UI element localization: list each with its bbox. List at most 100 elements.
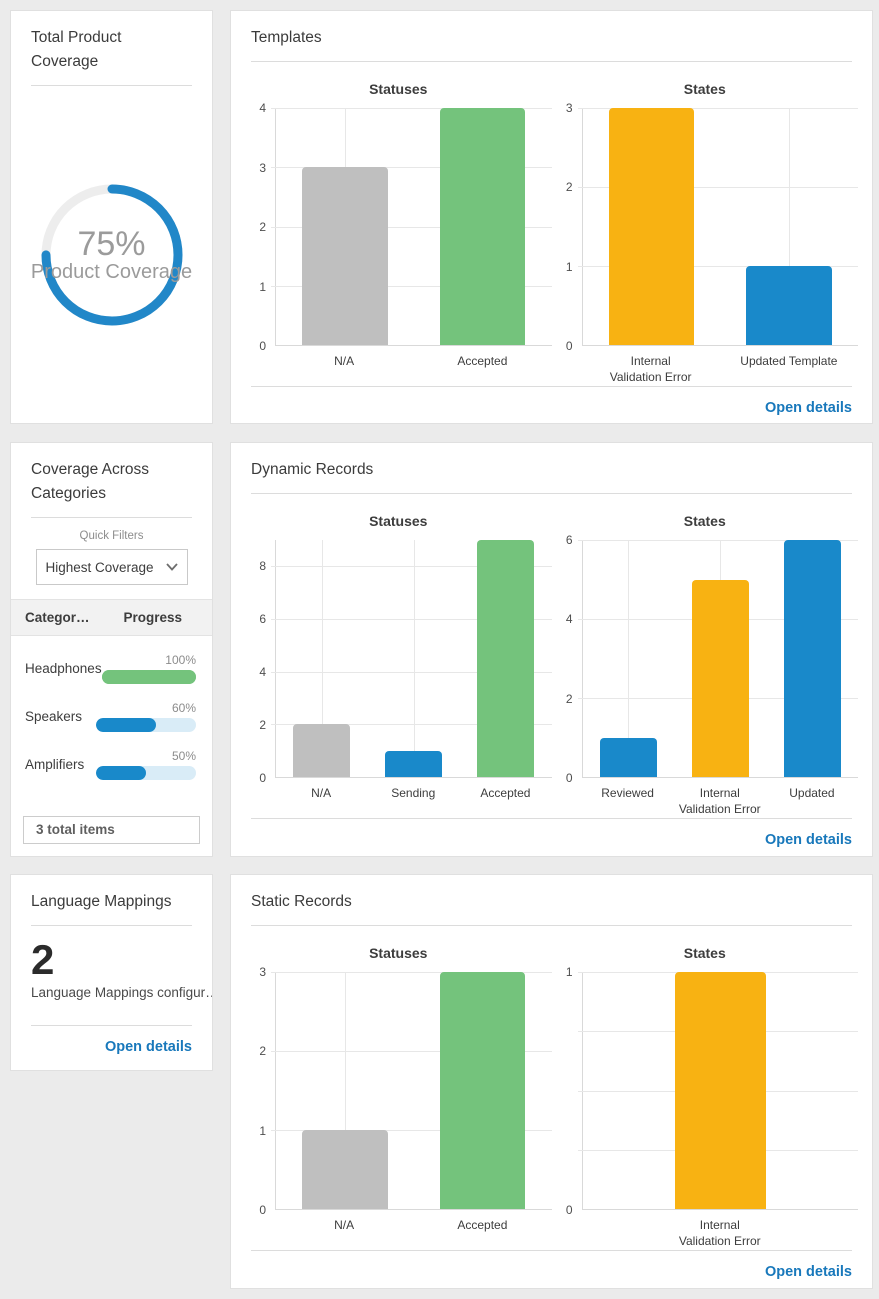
category-label: Headphones bbox=[25, 661, 102, 676]
y-tick-label: 6 bbox=[566, 533, 573, 547]
y-tick-label: 0 bbox=[566, 339, 573, 353]
plot-area bbox=[275, 108, 552, 346]
quick-filters-label: Quick Filters bbox=[11, 530, 212, 542]
x-axis-label: Accepted bbox=[413, 354, 551, 386]
x-axis-label: Accepted bbox=[459, 786, 551, 818]
category-label: Speakers bbox=[25, 709, 82, 724]
chevron-down-icon bbox=[166, 563, 178, 571]
y-tick-label: 1 bbox=[259, 1124, 266, 1138]
dynamic-records-statuses-chart: Statuses02468N/ASendingAccepted bbox=[245, 504, 552, 818]
templates-statuses-chart: Statuses01234N/AAccepted bbox=[245, 72, 552, 386]
x-axis-label: Updated Template bbox=[720, 354, 858, 386]
progress-percent: 50% bbox=[96, 749, 196, 763]
card-footer: Open details bbox=[251, 818, 852, 863]
x-axis: Internal Validation Error bbox=[582, 1218, 859, 1250]
bar bbox=[609, 108, 694, 345]
y-tick-label: 0 bbox=[259, 339, 266, 353]
y-axis: 02468 bbox=[245, 540, 275, 778]
bar bbox=[600, 738, 657, 777]
y-tick-label: 1 bbox=[566, 965, 573, 979]
y-tick-label: 3 bbox=[566, 101, 573, 115]
plot-area bbox=[275, 540, 552, 778]
card-title: Coverage Across Categories bbox=[31, 458, 192, 506]
y-tick-label: 4 bbox=[259, 101, 266, 115]
table-row: Amplifiers 50% bbox=[11, 749, 212, 780]
category-label: Amplifiers bbox=[25, 757, 84, 772]
y-tick-label: 2 bbox=[259, 718, 266, 732]
x-axis-label: Internal Validation Error bbox=[582, 354, 720, 386]
card-title: Static Records bbox=[251, 890, 852, 914]
card-total-product-coverage: Total Product Coverage 75% Product Cover… bbox=[10, 10, 213, 424]
y-tick-label: 0 bbox=[259, 771, 266, 785]
bar bbox=[385, 751, 442, 777]
y-tick-label: 4 bbox=[259, 665, 266, 679]
bar bbox=[302, 1130, 387, 1209]
product-coverage-donut: 75% Product Coverage bbox=[37, 180, 187, 330]
card-title: Templates bbox=[251, 26, 852, 50]
open-details-link[interactable]: Open details bbox=[765, 1264, 852, 1280]
dynamic-records-states-chart: States 0246ReviewedInternal Validation Er… bbox=[552, 504, 859, 818]
y-tick-label: 4 bbox=[566, 612, 573, 626]
divider bbox=[31, 517, 192, 518]
y-tick-label: 2 bbox=[259, 1044, 266, 1058]
gridline bbox=[414, 540, 415, 777]
x-axis: ReviewedInternal Validation ErrorUpdated bbox=[582, 786, 859, 818]
x-axis-label: Reviewed bbox=[582, 786, 674, 818]
open-details-link[interactable]: Open details bbox=[765, 832, 852, 848]
y-tick-label: 0 bbox=[566, 771, 573, 785]
open-details-link[interactable]: Open details bbox=[765, 400, 852, 416]
x-axis-label: N/A bbox=[275, 786, 367, 818]
x-axis: N/ASendingAccepted bbox=[275, 786, 552, 818]
progress-percent: 100% bbox=[102, 653, 196, 667]
y-tick-label: 0 bbox=[566, 1203, 573, 1217]
y-axis: 0123 bbox=[245, 972, 275, 1210]
bar bbox=[477, 540, 534, 777]
bar bbox=[675, 972, 766, 1209]
open-details-link[interactable]: Open details bbox=[105, 1039, 192, 1055]
card-title: Dynamic Records bbox=[251, 458, 852, 482]
bar bbox=[692, 580, 749, 778]
x-axis-label: N/A bbox=[275, 1218, 413, 1250]
column-header-category: Categor… bbox=[25, 610, 90, 625]
card-language-mappings: Language Mappings 2 Language Mappings co… bbox=[10, 874, 213, 1071]
quick-filters-value: Highest Coverage bbox=[45, 560, 153, 575]
category-table: Headphones100% Speakers 60% Amplifiers 50% bbox=[11, 636, 212, 780]
card-templates: Templates Statuses01234N/AAccepted State… bbox=[230, 10, 873, 424]
y-tick-label: 3 bbox=[259, 965, 266, 979]
y-tick-label: 3 bbox=[259, 161, 266, 175]
x-axis-label: Internal Validation Error bbox=[674, 786, 766, 818]
bar bbox=[784, 540, 841, 777]
chart-title: States bbox=[552, 945, 859, 961]
y-tick-label: 2 bbox=[259, 220, 266, 234]
x-axis-label: Sending bbox=[367, 786, 459, 818]
plot-area bbox=[582, 972, 859, 1210]
progress-cell: 60% bbox=[96, 701, 196, 732]
progress-bar bbox=[96, 718, 196, 732]
x-axis-label: N/A bbox=[275, 354, 413, 386]
progress-cell: 100% bbox=[102, 653, 196, 684]
bar bbox=[293, 724, 350, 777]
x-axis: N/AAccepted bbox=[275, 354, 552, 386]
donut-chart bbox=[37, 180, 187, 330]
y-tick-label: 0 bbox=[259, 1203, 266, 1217]
chart-title: Statuses bbox=[245, 513, 552, 529]
card-title: Language Mappings bbox=[31, 890, 192, 914]
card-static-records: Static Records Statuses 0 1 2 3 N/AAccepted S… bbox=[230, 874, 873, 1289]
y-axis: 0246 bbox=[552, 540, 582, 778]
card-footer: Open details bbox=[31, 1025, 192, 1070]
progress-bar bbox=[96, 766, 196, 780]
y-tick-label: 6 bbox=[259, 612, 266, 626]
total-items-box: 3 total items bbox=[23, 816, 200, 844]
language-mappings-caption: Language Mappings configur… bbox=[11, 982, 212, 1000]
chart-title: States bbox=[552, 513, 859, 529]
y-tick-label: 1 bbox=[259, 280, 266, 294]
x-axis-label: Updated bbox=[766, 786, 858, 818]
quick-filters-select[interactable]: Highest Coverage bbox=[36, 549, 188, 585]
static-records-states-chart: States 0 1 Internal Validation Error bbox=[552, 936, 859, 1250]
chart-title: Statuses bbox=[245, 945, 552, 961]
x-axis-label: Internal Validation Error bbox=[582, 1218, 859, 1250]
bar bbox=[440, 972, 525, 1209]
x-axis: Internal Validation ErrorUpdated Templat… bbox=[582, 354, 859, 386]
x-axis-label: Accepted bbox=[413, 1218, 551, 1250]
progress-percent: 60% bbox=[96, 701, 196, 715]
